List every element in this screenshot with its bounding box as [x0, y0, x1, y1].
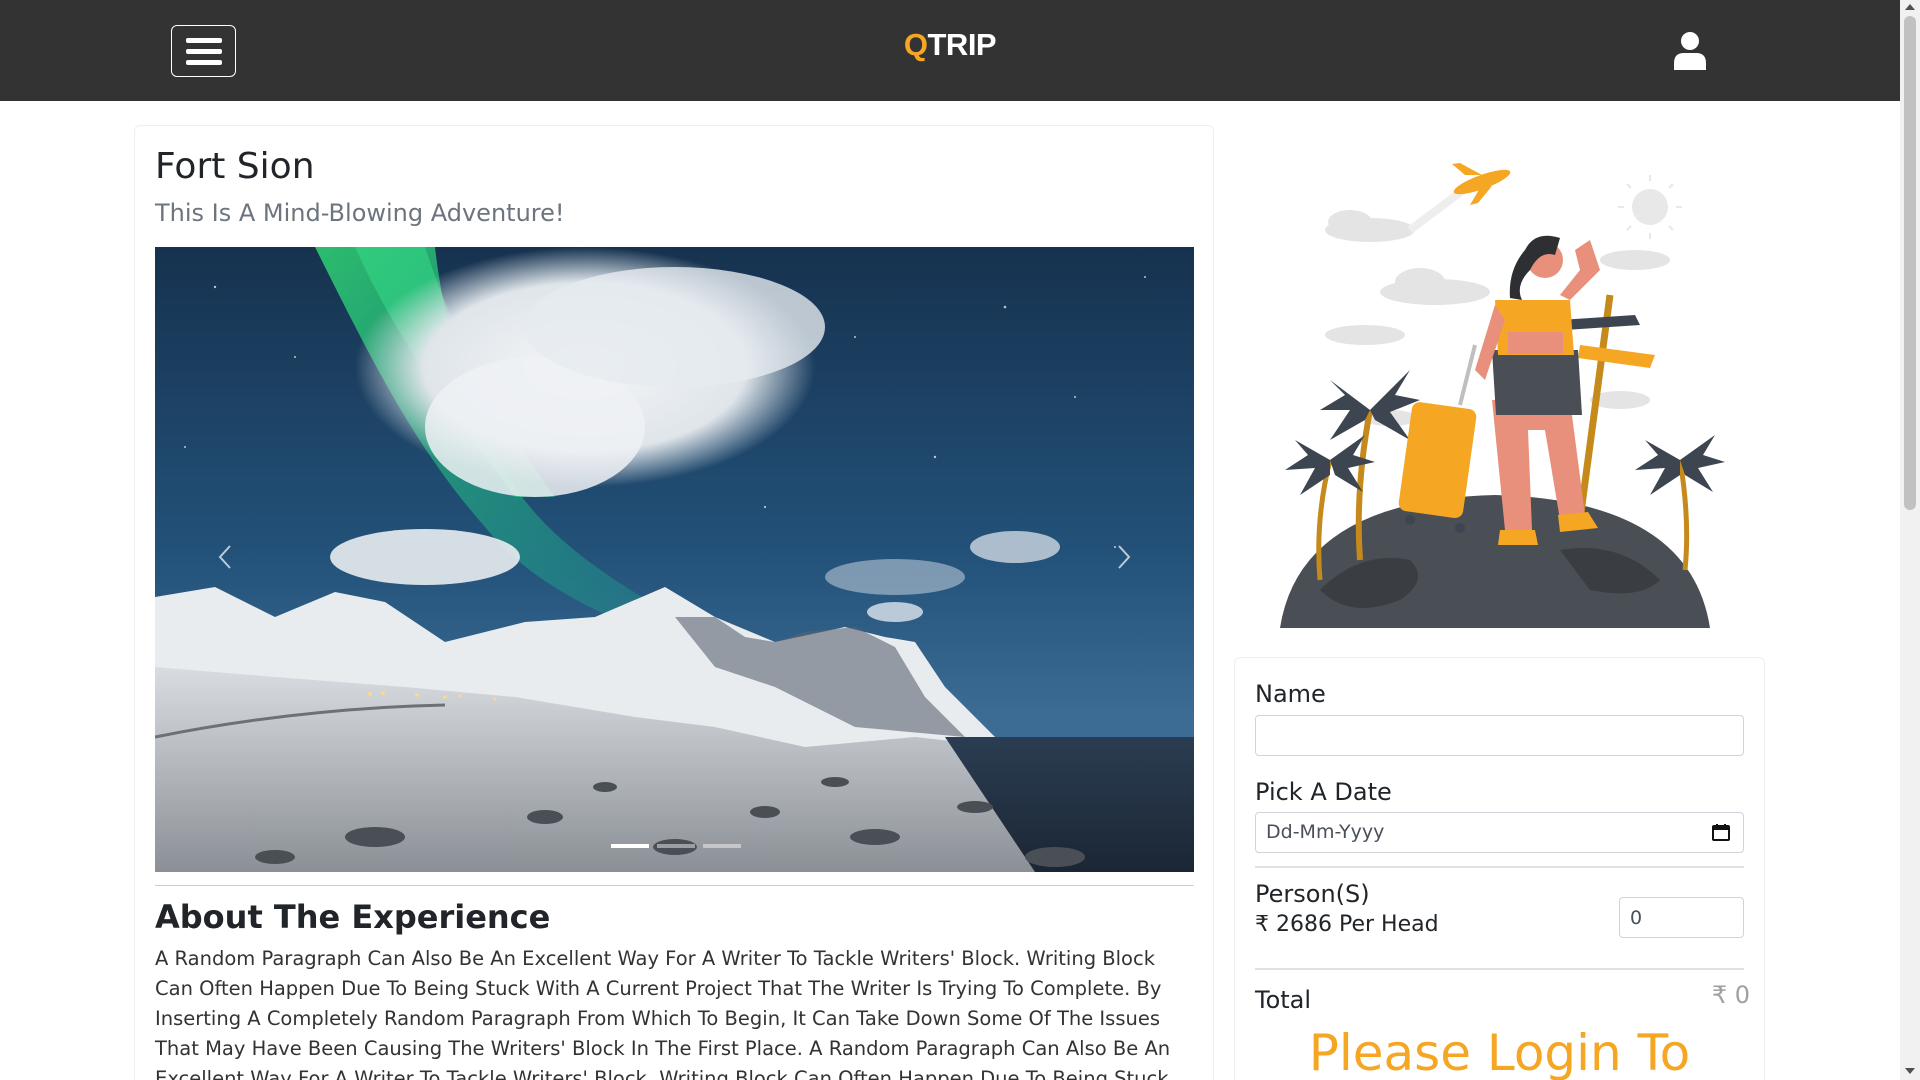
date-label: Pick A Date	[1255, 778, 1392, 806]
calendar-icon[interactable]	[1712, 823, 1730, 841]
brand-logo[interactable]: QTRIP	[0, 27, 1900, 63]
carousel-next-button[interactable]	[1094, 527, 1154, 587]
section-divider	[155, 885, 1194, 886]
carousel-indicator[interactable]	[703, 844, 741, 848]
top-navbar: QTRIP	[0, 0, 1900, 101]
chevron-left-icon	[218, 545, 231, 569]
total-label: Total	[1255, 986, 1312, 1014]
date-input[interactable]: Dd-Mm-Yyyy	[1255, 812, 1744, 853]
form-divider	[1255, 866, 1744, 868]
chevron-right-icon	[1118, 545, 1131, 569]
carousel-indicators	[611, 844, 741, 848]
adventure-title: Fort Sion	[155, 146, 315, 187]
image-carousel[interactable]	[155, 247, 1194, 872]
carousel-slide-image	[155, 247, 1194, 872]
user-icon[interactable]	[1672, 30, 1708, 70]
about-experience-text: A Random Paragraph Can Also Be An Excell…	[155, 947, 1171, 1080]
date-input-placeholder: Dd-Mm-Yyyy	[1266, 821, 1385, 843]
page-scrollbar[interactable]	[1900, 0, 1920, 1080]
total-amount: ₹ 0	[1711, 981, 1750, 1009]
name-input[interactable]	[1255, 715, 1744, 756]
price-per-head: ₹ 2686 Per Head	[1255, 912, 1439, 937]
brand-logo-text: TRIP	[927, 27, 997, 62]
about-experience-heading: About The Experience	[155, 898, 551, 936]
carousel-prev-button[interactable]	[195, 527, 255, 587]
persons-label: Person(S)	[1255, 880, 1370, 908]
name-label: Name	[1255, 680, 1326, 708]
persons-input[interactable]	[1619, 897, 1744, 938]
carousel-indicator[interactable]	[657, 844, 695, 848]
adventure-subtitle: This Is A Mind-Blowing Adventure!	[155, 199, 565, 227]
traveler-illustration	[1260, 150, 1730, 628]
scroll-up-arrow-icon[interactable]	[1905, 4, 1915, 10]
scroll-down-arrow-icon[interactable]	[1905, 1068, 1915, 1074]
scrollbar-thumb[interactable]	[1904, 16, 1916, 510]
brand-logo-q: Q	[903, 27, 928, 62]
form-divider	[1255, 968, 1744, 970]
carousel-indicator[interactable]	[611, 844, 649, 848]
login-required-message: Please Login To	[1308, 1024, 1691, 1080]
